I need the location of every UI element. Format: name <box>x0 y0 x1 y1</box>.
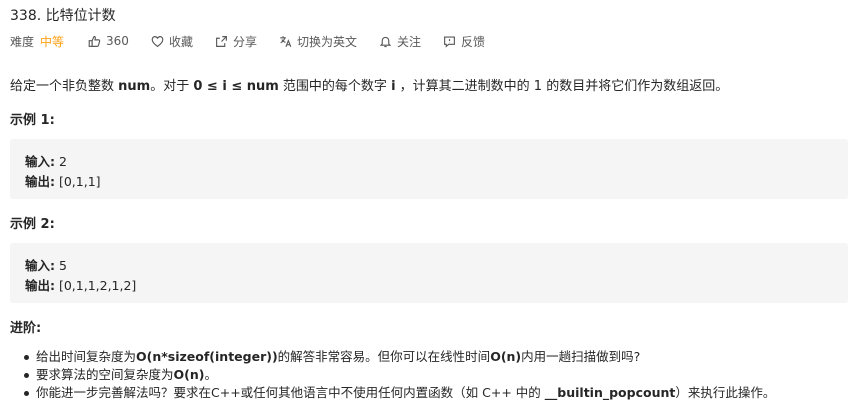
like-button[interactable]: 360 <box>88 34 129 48</box>
input-value: 5 <box>55 258 67 273</box>
problem-description: 给定一个非负整数 num。对于 0 ≤ i ≤ num 范围中的每个数字 i ，… <box>10 78 728 96</box>
list-item: 给出时间复杂度为O(n*sizeof(integer))的解答非常容易。但你可以… <box>22 348 775 366</box>
share-icon <box>216 35 227 47</box>
description-text: 范围中的每个数字 <box>278 79 392 94</box>
switch-language-label: 切换为英文 <box>296 34 357 49</box>
input-label: 输入: <box>25 154 55 169</box>
share-label: 分享 <box>232 34 257 49</box>
like-count: 360 <box>106 34 129 48</box>
problem-title: 338. 比特位计数 <box>10 8 116 24</box>
list-text: 的解答非常容易。但你可以在线性时间 <box>277 349 491 364</box>
advanced-heading: 进阶: <box>10 321 42 336</box>
follow-button[interactable]: 关注 <box>379 33 421 50</box>
list-item: 要求算法的空间复杂度为O(n)。 <box>22 366 775 384</box>
translate-icon <box>280 35 292 47</box>
list-text: 内用一趟扫描做到吗? <box>521 349 641 364</box>
output-label: 输出: <box>25 174 55 189</box>
output-value: [0,1,1] <box>55 174 101 189</box>
example-2-heading: 示例 2: <box>10 217 55 232</box>
example-2-block: 输入: 5 输出: [0,1,1,2,1,2] <box>10 243 848 303</box>
output-label: 输出: <box>25 278 55 293</box>
description-text: 。对于 <box>150 79 194 94</box>
example-2-output: 输出: [0,1,1,2,1,2] <box>25 275 136 294</box>
example-1-input: 输入: 2 <box>25 151 67 170</box>
list-bold: O(n) <box>173 367 205 382</box>
advanced-list: 给出时间复杂度为O(n*sizeof(integer))的解答非常容易。但你可以… <box>22 348 775 402</box>
favorite-label: 收藏 <box>168 34 193 49</box>
list-bold: O(n*sizeof(integer)) <box>136 349 278 364</box>
follow-label: 关注 <box>396 34 421 49</box>
heart-icon <box>151 35 164 47</box>
feedback-icon <box>444 35 455 48</box>
problem-meta-bar: 难度 中等 360 收藏 分享 切换为英文 关注 反馈 <box>10 32 507 50</box>
feedback-button[interactable]: 反馈 <box>443 33 485 50</box>
list-text: 给出时间复杂度为 <box>36 349 137 364</box>
bell-icon <box>379 36 392 47</box>
list-text: ）来执行此操作。 <box>675 385 776 400</box>
share-button[interactable]: 分享 <box>215 33 257 50</box>
example-1-heading: 示例 1: <box>10 113 55 128</box>
switch-language-button[interactable]: 切换为英文 <box>279 33 357 50</box>
favorite-button[interactable]: 收藏 <box>151 33 193 50</box>
difficulty-value: 中等 <box>40 34 65 49</box>
difficulty-label: 难度 <box>10 34 35 49</box>
example-2-input: 输入: 5 <box>25 255 67 274</box>
input-label: 输入: <box>25 258 55 273</box>
list-text: 。 <box>204 367 217 382</box>
list-item: 你能进一步完善解法吗？要求在C++或任何其他语言中不使用任何内置函数（如 C++… <box>22 384 775 402</box>
description-range: 0 ≤ i ≤ num <box>193 79 279 94</box>
list-text: 你能进一步完善解法吗？要求在C++或任何其他语言中不使用任何内置函数（如 C++… <box>36 385 545 400</box>
list-bold: O(n) <box>490 349 522 364</box>
description-text: 给定一个非负整数 <box>10 79 119 94</box>
list-bold: __builtin_popcount <box>544 385 676 400</box>
output-value: [0,1,1,2,1,2] <box>55 278 137 293</box>
thumbs-up-icon <box>88 35 101 47</box>
feedback-label: 反馈 <box>461 34 486 49</box>
description-num: num <box>118 79 151 94</box>
description-text: ，计算其二进制数中的 1 的数目并将它们作为数组返回。 <box>395 79 729 94</box>
input-value: 2 <box>55 154 67 169</box>
example-1-output: 输出: [0,1,1] <box>25 171 101 190</box>
example-1-block: 输入: 2 输出: [0,1,1] <box>10 139 848 199</box>
list-text: 要求算法的空间复杂度为 <box>36 367 174 382</box>
